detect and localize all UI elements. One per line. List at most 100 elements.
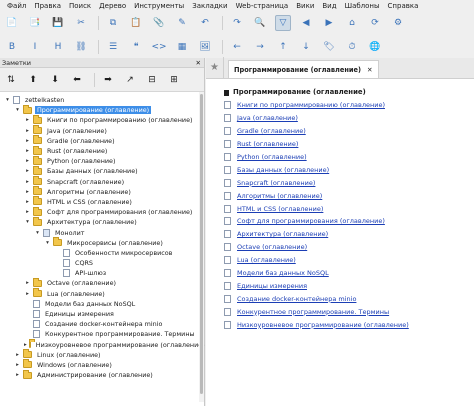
code-icon[interactable]: <>	[151, 39, 167, 55]
tree-node[interactable]: ▸ Низкоуровневое программирование (оглавл…	[0, 339, 205, 350]
tree-node[interactable]: ▾ Программирование (оглавление)	[0, 104, 204, 115]
collapsed-arrow-icon[interactable]: ▸	[24, 148, 31, 154]
menu-item-1[interactable]: Правка	[30, 0, 65, 12]
search-icon[interactable]: 🔍	[252, 15, 268, 31]
expanded-arrow-icon[interactable]: ▾	[4, 97, 11, 103]
collapsed-arrow-icon[interactable]: ▸	[24, 179, 31, 185]
home-icon[interactable]: ⌂	[344, 15, 360, 31]
tree-node[interactable]: CQRS	[0, 258, 204, 268]
paste-icon[interactable]: 📋	[128, 15, 144, 31]
settings-icon[interactable]: ⚙	[390, 15, 406, 31]
redo-icon[interactable]: ↷	[229, 15, 245, 31]
bold-icon[interactable]: B	[4, 39, 20, 55]
undo-icon[interactable]: ↶	[197, 15, 213, 31]
page-link[interactable]: Gradle (оглавление)	[237, 127, 306, 135]
tree-node[interactable]: ▸ Java (оглавление)	[0, 125, 204, 136]
page-link[interactable]: Lua (оглавление)	[237, 256, 296, 264]
page-link[interactable]: Snapcraft (оглавление)	[237, 179, 315, 187]
page-link[interactable]: Низкоуровневое программирование (оглавле…	[237, 321, 409, 329]
heading-icon[interactable]: H	[50, 39, 66, 55]
close-icon[interactable]: ✕	[196, 58, 201, 67]
menu-item-3[interactable]: Дерево	[95, 0, 130, 12]
menu-item-7[interactable]: Вики	[292, 0, 318, 12]
move-up-icon[interactable]: ⬆	[26, 73, 40, 87]
collapsed-arrow-icon[interactable]: ▸	[24, 128, 31, 134]
tree-node[interactable]: ▸ Gradle (оглавление)	[0, 135, 204, 146]
tree-node[interactable]: Создание docker-контейнера minio	[0, 319, 204, 329]
expanded-arrow-icon[interactable]: ▾	[24, 219, 31, 225]
menu-item-2[interactable]: Поиск	[65, 0, 95, 12]
expand-icon[interactable]: ⊞	[167, 73, 181, 87]
attach-icon[interactable]: 📎	[151, 15, 167, 31]
collapsed-arrow-icon[interactable]: ▸	[14, 372, 21, 378]
tree-node[interactable]: Единицы измерения	[0, 309, 204, 319]
globe-icon[interactable]: 🌐	[367, 39, 383, 55]
scrollbar-thumb[interactable]	[200, 94, 203, 394]
tree-node[interactable]: ▸ HTML и CSS (оглавление)	[0, 196, 204, 207]
bookmark-star-icon[interactable]: ★	[206, 57, 224, 78]
page-link[interactable]: Алгоритмы (оглавление)	[237, 192, 322, 200]
page-link[interactable]: Java (оглавление)	[237, 114, 298, 122]
page-link[interactable]: Единицы измерения	[237, 282, 307, 290]
tab-close-icon[interactable]: ✕	[367, 66, 373, 74]
collapsed-arrow-icon[interactable]: ▸	[24, 342, 27, 348]
menu-item-10[interactable]: Справка	[384, 0, 423, 12]
collapse-icon[interactable]: ⊟	[145, 73, 159, 87]
goto-icon[interactable]: ↗	[123, 73, 137, 87]
collapsed-arrow-icon[interactable]: ▸	[24, 168, 31, 174]
page-link[interactable]: Octave (оглавление)	[237, 243, 307, 251]
new-page-icon[interactable]: 📄	[4, 15, 20, 31]
menu-item-8[interactable]: Вид	[318, 0, 340, 12]
tree-node[interactable]: ▾ Монолит	[0, 227, 204, 237]
arrow-left-icon[interactable]: ←	[229, 39, 245, 55]
collapsed-arrow-icon[interactable]: ▸	[14, 362, 21, 368]
page-link[interactable]: Python (оглавление)	[237, 153, 307, 161]
add-child-icon[interactable]: 📑	[27, 15, 43, 31]
tree-scrollbar[interactable]	[199, 92, 204, 402]
tree-node[interactable]: API-шлюз	[0, 268, 204, 278]
collapsed-arrow-icon[interactable]: ▸	[24, 280, 31, 286]
tree-node[interactable]: ▸ Octave (оглавление)	[0, 277, 204, 288]
tree-node[interactable]: ▸ Администрирование (оглавление)	[0, 369, 204, 380]
expanded-arrow-icon[interactable]: ▾	[44, 240, 51, 246]
tree-node[interactable]: ▸ Lua (оглавление)	[0, 288, 204, 299]
italic-icon[interactable]: I	[27, 39, 43, 55]
collapsed-arrow-icon[interactable]: ▸	[24, 189, 31, 195]
tree-node[interactable]: ▸ Linux (оглавление)	[0, 349, 204, 360]
expanded-arrow-icon[interactable]: ▾	[34, 230, 41, 236]
edit-icon[interactable]: ✎	[174, 15, 190, 31]
tree-node[interactable]: ▸ Софт для программирования (оглавление)	[0, 206, 204, 217]
tree-node[interactable]: ▸ Алгоритмы (оглавление)	[0, 186, 204, 197]
tree-node[interactable]: Конкурентное программирование. Термины	[0, 329, 204, 339]
collapsed-arrow-icon[interactable]: ▸	[24, 209, 31, 215]
tree-node[interactable]: ▸ Книги по программированию (оглавление)	[0, 114, 204, 125]
menu-item-4[interactable]: Инструменты	[130, 0, 188, 12]
collapsed-arrow-icon[interactable]: ▸	[24, 291, 31, 297]
page-link[interactable]: Создание docker-контейнера minio	[237, 295, 356, 303]
move-left-icon[interactable]: ⬅	[70, 73, 84, 87]
tree-node[interactable]: Особенности микросервисов	[0, 248, 204, 258]
tree-node[interactable]: ▸ Windows (оглавление)	[0, 359, 204, 370]
clock-icon[interactable]: ⏱	[344, 39, 360, 55]
menu-item-5[interactable]: Закладки	[188, 0, 231, 12]
list-icon[interactable]: ☰	[105, 39, 121, 55]
arrow-up-icon[interactable]: ↑	[275, 39, 291, 55]
forward-icon[interactable]: ▶	[321, 15, 337, 31]
tree-node[interactable]: ▸ Python (оглавление)	[0, 155, 204, 166]
tag-icon[interactable]: 🏷	[321, 39, 337, 55]
page-link[interactable]: Книги по программированию (оглавление)	[237, 101, 385, 109]
link-icon[interactable]: ⛓	[73, 39, 89, 55]
collapsed-arrow-icon[interactable]: ▸	[24, 158, 31, 164]
page-link[interactable]: Модели баз данных NoSQL	[237, 269, 329, 277]
page-link[interactable]: HTML и CSS (оглавление)	[237, 205, 323, 213]
menu-item-9[interactable]: Шаблоны	[341, 0, 384, 12]
tree-node[interactable]: ▾ Микросервисы (оглавление)	[0, 237, 204, 248]
page-link[interactable]: Софт для программирования (оглавление)	[237, 217, 385, 225]
table-icon[interactable]: ▦	[174, 39, 190, 55]
tree-node[interactable]: ▾ zettelkasten	[0, 95, 204, 105]
filter-icon[interactable]: ▽	[275, 15, 291, 31]
tree-node[interactable]: ▾ Архитектура (оглавление)	[0, 216, 204, 227]
tree-node[interactable]: ▸ Rust (оглавление)	[0, 145, 204, 156]
copy-icon[interactable]: ⧉	[105, 15, 121, 31]
quote-icon[interactable]: ❝	[128, 39, 144, 55]
